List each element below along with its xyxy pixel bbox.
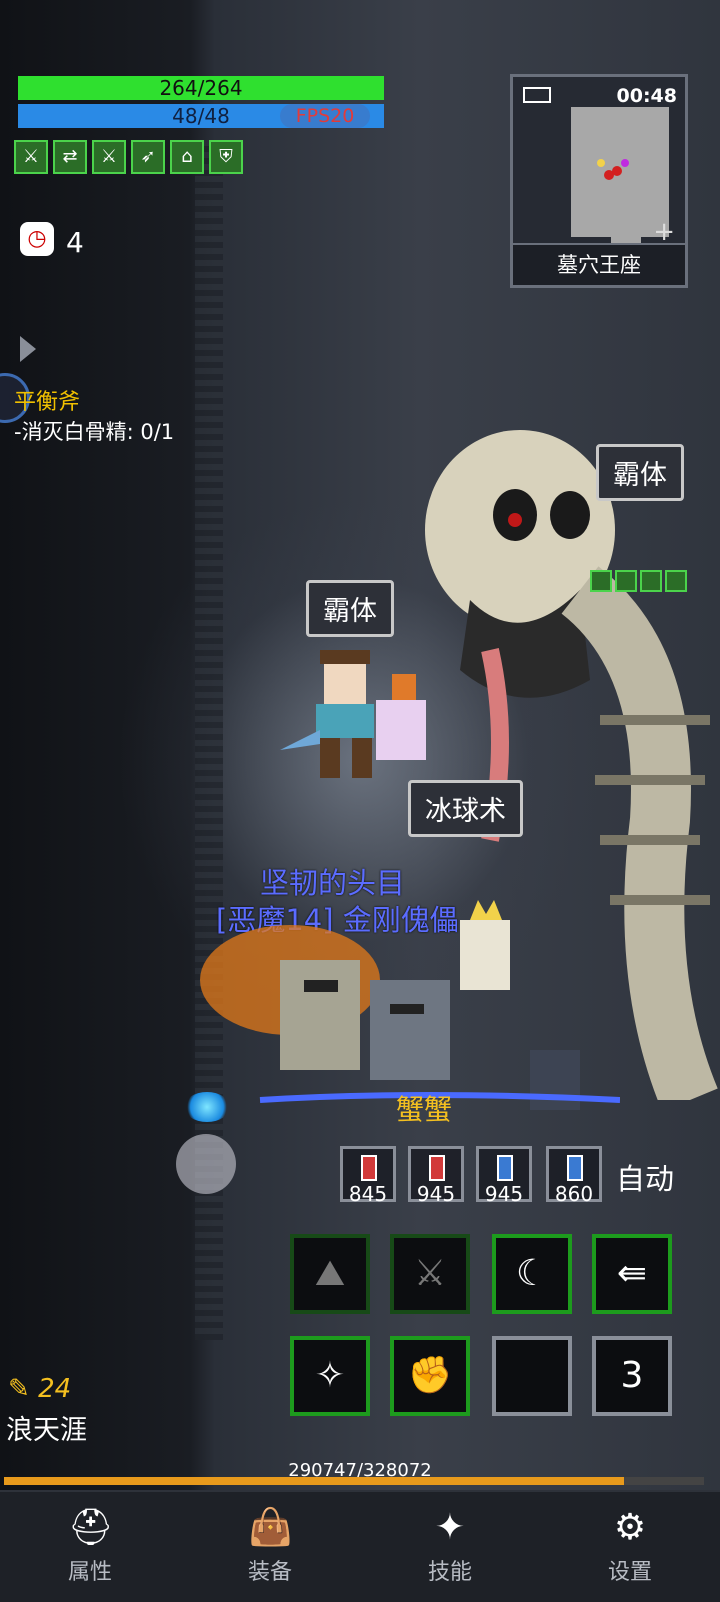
- dome-buff-icon[interactable]: ⌂: [170, 140, 204, 174]
- level-icon: ✎: [8, 1374, 30, 1404]
- shield-buff-icon[interactable]: ⛨: [209, 140, 243, 174]
- skill-sparkle-icon[interactable]: ✧: [290, 1336, 370, 1416]
- hp-text: 264/264: [159, 76, 243, 100]
- nav-tab-3[interactable]: ⚙ 设置: [540, 1492, 720, 1602]
- minimap[interactable]: 00:48 + 墓穴王座: [510, 74, 688, 288]
- level-value: 24: [38, 1374, 72, 1404]
- game-scene[interactable]: 264/264 48/48 FPS20 ⚔ ⇄ ⚔ ➶ ⌂ ⛨ ◷ 4 平衡斧 -消灭白骨…: [0, 0, 720, 1490]
- spell-tag: 冰球术: [408, 780, 523, 837]
- xp-fill: [4, 1477, 625, 1485]
- hp-bar: 264/264: [18, 76, 384, 100]
- skill-blade-icon[interactable]: ⚔: [390, 1234, 470, 1314]
- boss-title: 坚韧的头目: [260, 866, 406, 900]
- swap-buff-icon: [640, 570, 662, 592]
- nav-tab-1[interactable]: 👜 装备: [180, 1492, 360, 1602]
- helmet-icon: ⛑: [68, 1507, 114, 1548]
- buff-row: ⚔ ⇄ ⚔ ➶ ⌂ ⛨: [14, 140, 243, 174]
- nav-label: 技能: [427, 1560, 472, 1585]
- mp-text: 48/48: [172, 104, 230, 128]
- potion-bottle-icon: [497, 1155, 513, 1181]
- boss-buffs: [590, 570, 687, 592]
- potion-count: 945: [484, 1182, 524, 1206]
- status-tag-boss: 霸体: [596, 444, 684, 501]
- expand-arrow-icon[interactable]: [20, 336, 36, 362]
- player-name: 浪天涯: [6, 1415, 87, 1446]
- auto-button[interactable]: 自动: [616, 1156, 674, 1198]
- sword-buff-icon[interactable]: ⚔: [92, 140, 126, 174]
- battery-icon: [523, 87, 551, 103]
- swap-buff-icon[interactable]: ⇄: [53, 140, 87, 174]
- clock-icon: ◷: [20, 222, 54, 256]
- fps-counter: FPS20: [280, 104, 370, 128]
- pet-name: 蟹蟹: [396, 1093, 453, 1126]
- player-level: ✎ 24: [8, 1374, 71, 1404]
- nav-label: 装备: [247, 1560, 292, 1585]
- minimap-markers: [595, 157, 635, 191]
- sword-buff-icon: [665, 570, 687, 592]
- bag-icon: 👜: [248, 1507, 293, 1548]
- bottom-nav: ⛑ 属性 👜 装备 ✦ 技能 ⚙ 设置: [0, 1490, 720, 1602]
- player-character[interactable]: [280, 640, 440, 790]
- potion-bottle-icon: [361, 1155, 377, 1181]
- game-clock: 00:48: [616, 85, 677, 107]
- potion-count: 945: [416, 1182, 456, 1206]
- skill-page-button[interactable]: 3: [592, 1336, 672, 1416]
- potion-count: 845: [348, 1182, 388, 1206]
- quest-title[interactable]: 平衡斧: [14, 384, 80, 416]
- skill-slash-icon[interactable]: ☾: [492, 1234, 572, 1314]
- empty-skill-slot[interactable]: [492, 1336, 572, 1416]
- ice-orb: [184, 1092, 230, 1122]
- minimap-location: 墓穴王座: [513, 243, 685, 285]
- dome-buff-icon: [590, 570, 612, 592]
- shield-buff-icon: [615, 570, 637, 592]
- skill-fist-icon[interactable]: ✊: [390, 1336, 470, 1416]
- nav-tab-2[interactable]: ✦ 技能: [360, 1492, 540, 1602]
- nav-label: 设置: [607, 1560, 652, 1585]
- potion-bottle-icon: [429, 1155, 445, 1181]
- gear-icon: ⚙: [613, 1507, 647, 1548]
- potion-count: 860: [554, 1182, 594, 1206]
- status-tag-player: 霸体: [306, 580, 394, 637]
- quest-objective: -消灭白骨精: 0/1: [14, 420, 175, 444]
- player-marker: [597, 159, 605, 167]
- nav-tab-0[interactable]: ⛑ 属性: [0, 1492, 180, 1602]
- virtual-joystick[interactable]: [176, 1134, 236, 1194]
- potion-bottle-icon: [567, 1155, 583, 1181]
- skill-crystal-icon: ✦: [434, 1507, 466, 1548]
- boss-marker: [621, 159, 629, 167]
- nav-label: 属性: [67, 1560, 112, 1585]
- enemy-marker: [612, 166, 622, 176]
- enemy-group[interactable]: [160, 900, 620, 1130]
- sword-arrow-buff-icon[interactable]: ➶: [131, 140, 165, 174]
- skill-hood-icon[interactable]: ⛰: [290, 1234, 370, 1314]
- sword-buff-icon[interactable]: ⚔: [14, 140, 48, 174]
- xp-bar: [4, 1477, 704, 1485]
- timer-count: 4: [66, 226, 84, 259]
- skill-arrow-burst-icon[interactable]: ⇚: [592, 1234, 672, 1314]
